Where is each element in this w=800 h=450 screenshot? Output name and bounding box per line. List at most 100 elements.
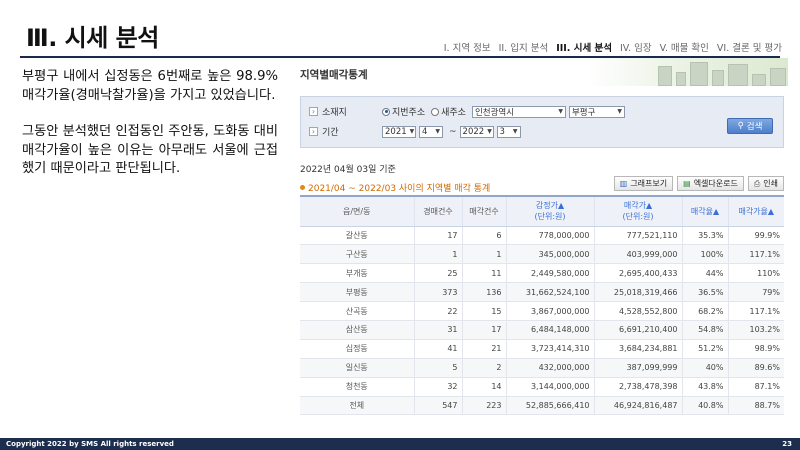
column-header[interactable]: 감정가▲ (단위:원)	[505, 195, 594, 227]
table-cell: 2,449,580,000	[505, 263, 594, 284]
table-cell: 22	[413, 301, 462, 321]
radio-new-address[interactable]: 새주소	[431, 105, 466, 118]
location-row: › 소재지 지번주소 새주소 인천광역시 ▼ 부평구 ▼	[309, 105, 628, 118]
table-cell: 4,528,552,800	[593, 301, 682, 321]
search-icon: ⚲	[737, 121, 744, 131]
table-cell: 88.7%	[727, 396, 784, 416]
graph-view-button[interactable]: ▥ 그래프보기	[613, 176, 674, 191]
table-cell: 110%	[727, 263, 784, 284]
table-cell: 17	[413, 226, 462, 246]
table-cell: 1	[413, 244, 462, 265]
start-year-select[interactable]: 2021 ▼	[382, 125, 416, 138]
table-cell: 373	[413, 282, 462, 303]
table-cell: 117.1%	[727, 244, 784, 265]
table-row: 부평동 373 136 31,662,524,100 25,018,319,466 36.…	[300, 282, 784, 303]
nav-item-3[interactable]: III. 시세 분석	[556, 40, 612, 54]
table-cell: 51.2%	[681, 339, 728, 359]
table-row: 부개동 25 11 2,449,580,000 2,695,400,433 44% 110%	[300, 263, 784, 284]
table-body: 갈산동 17 6 778,000,000 777,521,110 35.3% 99.9% 구산…	[300, 226, 784, 416]
column-header[interactable]: 매각율▲	[681, 195, 728, 227]
table-cell: 40.8%	[681, 396, 728, 416]
section-nav: I. 지역 정보 II. 입지 분석 III. 시세 분석 IV. 임장 V. 매물 확…	[444, 40, 782, 54]
radio-jibun[interactable]: 지번주소	[382, 105, 425, 118]
table-cell: 40%	[681, 358, 728, 378]
table-row: 십정동 41 21 3,723,414,310 3,684,234,881 51.2% 98…	[300, 339, 784, 359]
table-cell: 44%	[681, 263, 728, 284]
graph-view-label: 그래프보기	[630, 179, 668, 188]
start-year-value: 2021	[385, 126, 407, 137]
table-cell: 432,000,000	[505, 358, 594, 378]
table-cell: 35.3%	[681, 226, 728, 246]
table-cell: 전체	[300, 396, 414, 416]
radio-new-label: 새주소	[441, 108, 466, 118]
nav-item-2[interactable]: II. 입지 분석	[499, 40, 549, 54]
end-year-select[interactable]: 2022 ▼	[459, 125, 494, 138]
end-month-select[interactable]: 3 ▼	[496, 125, 521, 138]
paragraph-2: 그동안 분석했던 인접동인 주안동, 도화동 대비 매각가율이 높은 이유는 아…	[22, 124, 278, 176]
table-cell: 46,924,816,487	[593, 396, 682, 416]
table-cell: 부개동	[300, 263, 414, 284]
table-cell: 6,691,210,400	[593, 320, 682, 340]
column-header[interactable]: 매각가▲ (단위:원)	[593, 195, 682, 227]
nav-item-1[interactable]: I. 지역 정보	[444, 40, 491, 54]
table-cell: 부평동	[300, 282, 414, 303]
table-cell: 3,867,000,000	[505, 301, 594, 321]
caret-down-icon: ▼	[435, 128, 440, 135]
stats-subtitle-text: 2021/04 ~ 2022/03 사이의 지역별 매각 통계	[308, 184, 491, 194]
chevron-right-icon: ›	[309, 127, 318, 136]
table-cell: 54.8%	[681, 320, 728, 340]
table-row: 삼산동 31 17 6,484,148,000 6,691,210,400 54.8% 10…	[300, 320, 784, 340]
start-month-value: 4	[422, 126, 428, 137]
bullet-icon	[300, 185, 305, 190]
end-month-value: 3	[499, 126, 505, 137]
table-cell: 68.2%	[681, 301, 728, 321]
nav-item-5[interactable]: V. 매물 확인	[660, 40, 709, 54]
table-cell: 31,662,524,100	[505, 282, 594, 303]
analysis-text: 부평구 내에서 십정동은 6번째로 높은 98.9% 매각가율(경매낙찰가율)을…	[22, 68, 278, 197]
radio-dot-icon	[431, 107, 440, 116]
table-row: 구산동 1 1 345,000,000 403,999,000 100% 117.1%	[300, 244, 784, 265]
column-header[interactable]: 매각가율▲	[727, 195, 784, 227]
search-panel: › 소재지 지번주소 새주소 인천광역시 ▼ 부평구 ▼ › 기간 2021 ▼ 4 ▼…	[300, 96, 784, 148]
nav-item-4[interactable]: IV. 임장	[620, 40, 652, 54]
table-cell: 21	[461, 339, 506, 359]
end-year-value: 2022	[462, 126, 485, 137]
excel-download-label: 엑셀다운로드	[693, 179, 738, 188]
city-banner-image	[588, 58, 788, 86]
excel-download-button[interactable]: ▤ 엑셀다운로드	[677, 176, 744, 191]
table-cell: 87.1%	[727, 377, 784, 397]
table-cell: 3,684,234,881	[593, 339, 682, 359]
table-cell: 3,723,414,310	[505, 339, 594, 359]
table-cell: 17	[461, 320, 506, 340]
table-cell: 31	[413, 320, 462, 340]
table-cell: 산곡동	[300, 301, 414, 321]
period-separator: ~	[449, 126, 457, 137]
table-cell: 223	[461, 396, 506, 416]
print-button[interactable]: ⎙ 인쇄	[747, 176, 784, 191]
page-number: 23	[782, 440, 792, 448]
city-value: 인천광역시	[474, 107, 515, 118]
table-cell: 2,695,400,433	[593, 263, 682, 284]
district-select[interactable]: 부평구 ▼	[568, 105, 625, 118]
table-cell: 14	[461, 377, 506, 397]
table-header-row: 읍/면/동 경매건수 매각건수 감정가▲ (단위:원) 매각가▲ (단위:원) 매각율▲ 매…	[300, 195, 784, 227]
city-select[interactable]: 인천광역시 ▼	[471, 105, 566, 118]
table-cell: 387,099,999	[593, 358, 682, 378]
table-cell: 25	[413, 263, 462, 284]
radio-dot-icon	[382, 107, 390, 116]
table-cell: 일신동	[300, 358, 414, 378]
search-button[interactable]: ⚲ 검색	[727, 118, 773, 134]
table-cell: 89.6%	[727, 358, 784, 378]
excel-icon: ▤	[683, 179, 691, 188]
column-header: 경매건수	[413, 195, 462, 227]
table-cell: 79%	[727, 282, 784, 303]
start-month-select[interactable]: 4 ▼	[419, 125, 443, 138]
table-row: 일신동 5 2 432,000,000 387,099,999 40% 89.6%	[300, 358, 784, 378]
slide-title: Ⅲ. 시세 분석	[26, 24, 159, 52]
nav-item-6[interactable]: VI. 결론 및 평가	[717, 40, 782, 54]
table-cell: 1	[461, 244, 506, 265]
period-row: › 기간 2021 ▼ 4 ▼ ~ 2022 ▼ 3 ▼	[309, 125, 524, 138]
chevron-right-icon: ›	[309, 107, 318, 116]
table-cell: 100%	[681, 244, 728, 265]
copyright-text: Copyright 2022 by SMS All rights reserve…	[6, 440, 174, 448]
